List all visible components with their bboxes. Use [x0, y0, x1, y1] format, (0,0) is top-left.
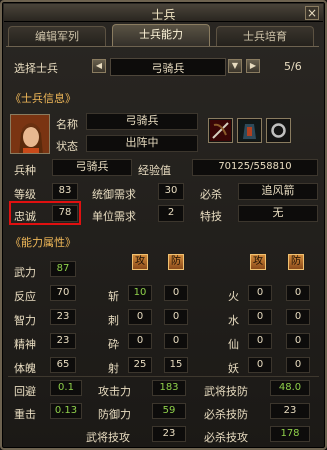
- attr-spirit-label: 精神: [14, 338, 36, 351]
- attack-power-label: 攻击力: [98, 385, 131, 398]
- attr-shoot-label: 射: [108, 362, 119, 375]
- status-value: 出阵中: [86, 135, 198, 152]
- equip-ring-icon[interactable]: [266, 118, 291, 143]
- loyalty-label: 忠诚: [14, 210, 36, 223]
- defense-badge-right: 防: [288, 254, 304, 270]
- page-indicator: 5/6: [284, 60, 302, 73]
- attr-crush-label: 砕: [108, 338, 119, 351]
- kill-skill-defense-label: 必杀技防: [204, 408, 248, 421]
- select-soldier-label: 选择士兵: [14, 62, 58, 75]
- name-label: 名称: [56, 118, 78, 131]
- tab-soldier-ability[interactable]: 士兵能力: [112, 24, 210, 46]
- attr-physique-value: 65: [50, 357, 76, 373]
- attr-physique-label: 体魄: [14, 362, 36, 375]
- equip-bow-icon[interactable]: [208, 118, 233, 143]
- soldier-portrait: [10, 114, 50, 154]
- kill-skill-label: 必杀: [200, 188, 222, 201]
- title-bar: 士兵 ×: [4, 4, 323, 22]
- defense-power-value: 59: [152, 403, 186, 419]
- name-value: 弓骑兵: [86, 113, 198, 130]
- tab-soldier-training[interactable]: 士兵培育: [216, 26, 314, 46]
- kill-skill-attack-value: 178: [270, 426, 310, 442]
- exp-value: 70125/558810: [192, 159, 318, 176]
- attr-immortal-attack: 0: [248, 333, 272, 349]
- general-skill-attack-label: 武将技攻: [86, 431, 130, 444]
- attr-immortal-defense: 0: [286, 333, 310, 349]
- soldier-select-value: 弓骑兵: [151, 62, 185, 75]
- attr-shoot-defense: 15: [164, 357, 188, 373]
- defense-power-label: 防御力: [98, 408, 131, 421]
- attr-spirit-value: 23: [50, 333, 76, 349]
- attr-crush-defense: 0: [164, 333, 188, 349]
- attr-shoot-attack: 25: [128, 357, 152, 373]
- loyalty-value: 78: [52, 205, 78, 222]
- attr-crush-attack: 0: [128, 333, 152, 349]
- attr-water-attack: 0: [248, 309, 272, 325]
- tab-edit-army[interactable]: 编辑军列: [8, 26, 106, 46]
- attr-force-value: 87: [50, 261, 76, 277]
- attr-intellect-label: 智力: [14, 314, 36, 327]
- command-req-value: 30: [158, 183, 184, 200]
- exp-label: 经验值: [138, 164, 171, 177]
- special-skill-value: 无: [238, 205, 318, 222]
- attr-fire-label: 火: [228, 290, 239, 303]
- equip-armor-icon[interactable]: [237, 118, 262, 143]
- attack-badge: 攻: [132, 254, 148, 270]
- attr-water-label: 水: [228, 314, 239, 327]
- general-skill-defense-value: 48.0: [270, 380, 310, 396]
- attack-badge-right: 攻: [250, 254, 266, 270]
- level-label: 等级: [14, 188, 36, 201]
- evade-label: 回避: [14, 385, 36, 398]
- attack-power-value: 183: [152, 380, 186, 396]
- attr-pierce-attack: 0: [128, 309, 152, 325]
- kill-skill-defense-value: 23: [270, 403, 310, 419]
- attr-pierce-label: 刺: [108, 314, 119, 327]
- close-icon[interactable]: ×: [305, 6, 319, 20]
- kill-skill-value: 追风箭: [238, 183, 318, 200]
- tab-divider: [6, 46, 319, 47]
- general-skill-attack-value: 23: [152, 426, 186, 442]
- window-title: 士兵: [151, 8, 176, 22]
- section-soldier-info: 《士兵信息》: [10, 92, 76, 105]
- type-label: 兵种: [14, 164, 36, 177]
- attr-fire-defense: 0: [286, 285, 310, 301]
- section-ability-attributes: 《能力属性》: [10, 236, 76, 249]
- defense-badge: 防: [168, 254, 184, 270]
- prev-arrow-icon[interactable]: ◀: [92, 59, 106, 73]
- attr-reaction-value: 70: [50, 285, 76, 301]
- attr-reaction-label: 反应: [14, 290, 36, 303]
- attribute-divider: [8, 376, 319, 377]
- level-value: 83: [52, 183, 78, 200]
- critical-value: 0.13: [50, 403, 82, 419]
- kill-skill-attack-label: 必杀技攻: [204, 431, 248, 444]
- type-value: 弓骑兵: [52, 159, 132, 176]
- critical-label: 重击: [14, 408, 36, 421]
- evade-value: 0.1: [50, 380, 82, 396]
- attr-force-label: 武力: [14, 266, 36, 279]
- attr-pierce-defense: 0: [164, 309, 188, 325]
- attr-demon-defense: 0: [286, 357, 310, 373]
- next-arrow-icon[interactable]: ▶: [246, 59, 260, 73]
- attr-slash-label: 斩: [108, 290, 119, 303]
- attr-demon-label: 妖: [228, 362, 239, 375]
- attr-intellect-value: 23: [50, 309, 76, 325]
- attr-demon-attack: 0: [248, 357, 272, 373]
- general-skill-defense-label: 武将技防: [204, 385, 248, 398]
- attr-fire-attack: 0: [248, 285, 272, 301]
- attr-immortal-label: 仙: [228, 338, 239, 351]
- command-req-label: 统御需求: [92, 188, 136, 201]
- attr-slash-defense: 0: [164, 285, 188, 301]
- status-label: 状态: [56, 140, 78, 153]
- attr-water-defense: 0: [286, 309, 310, 325]
- unit-req-label: 单位需求: [92, 210, 136, 223]
- unit-req-value: 2: [158, 205, 184, 222]
- dropdown-arrow-icon[interactable]: ▼: [228, 59, 242, 73]
- special-skill-label: 特技: [200, 210, 222, 223]
- attr-slash-attack: 10: [128, 285, 152, 301]
